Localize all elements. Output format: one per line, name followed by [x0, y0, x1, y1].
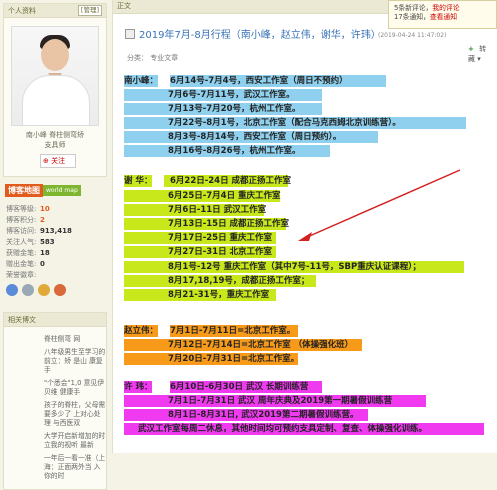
related-link[interactable]: 一年后一看一准（上海：正面两外当 入你的时	[44, 454, 106, 481]
annotation-arrow-icon	[298, 169, 461, 241]
